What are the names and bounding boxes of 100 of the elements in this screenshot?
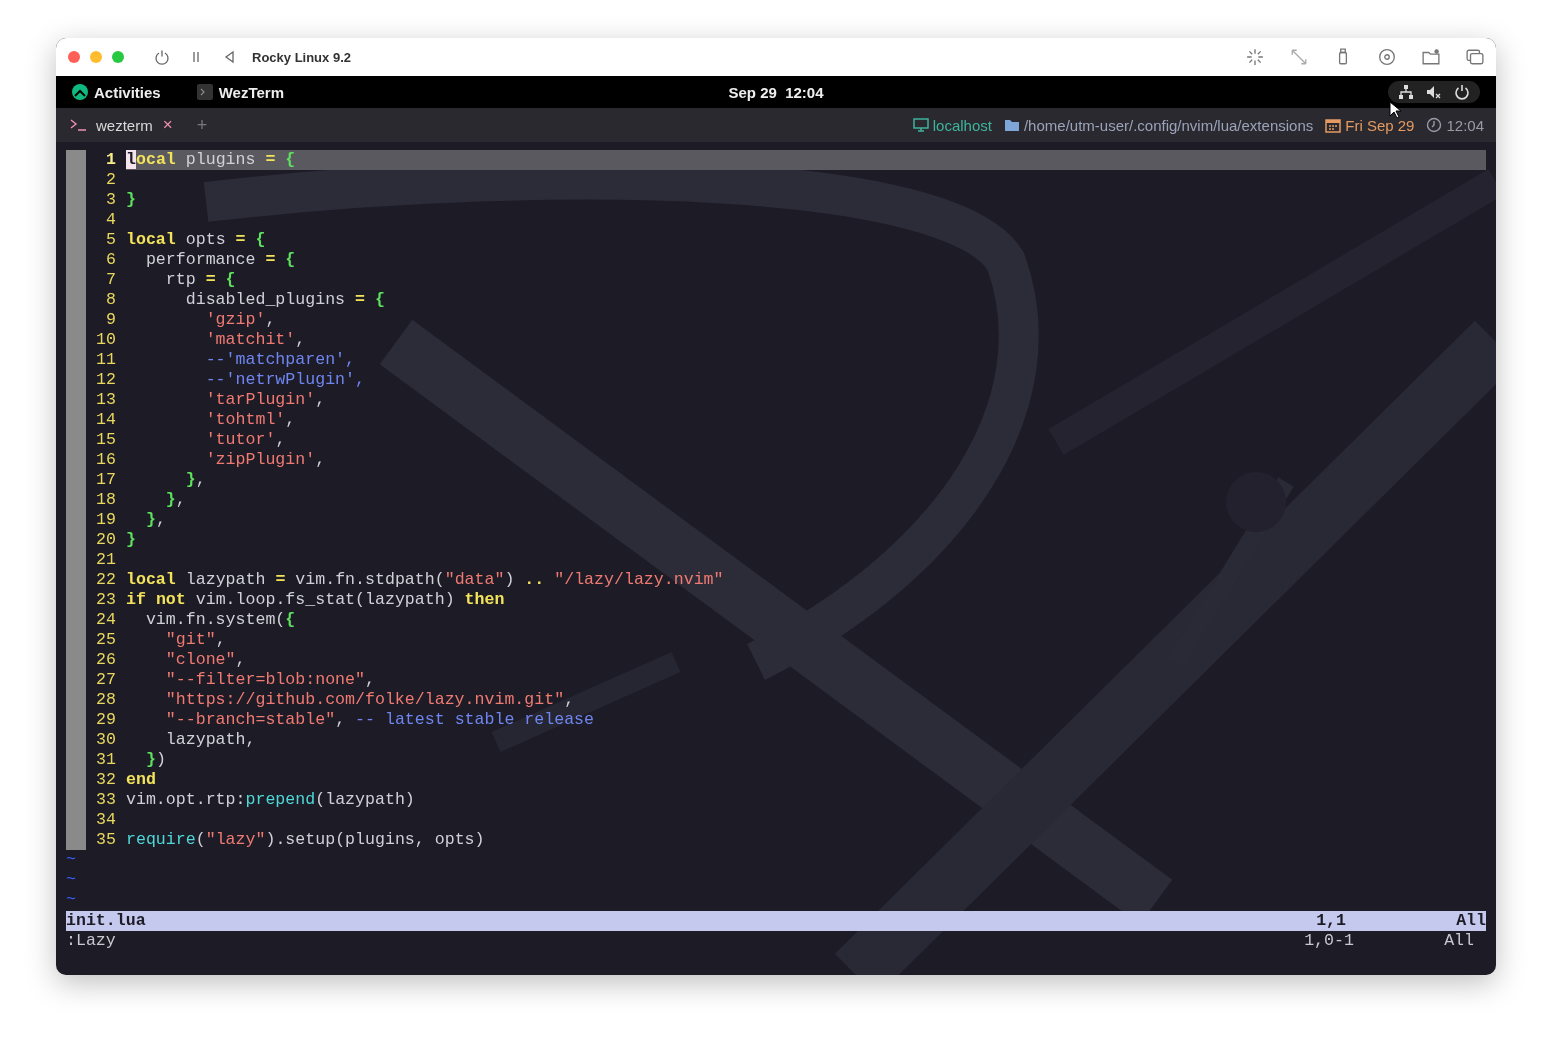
line-number: 31 [95, 750, 116, 770]
line-number: 9 [105, 310, 116, 330]
line-number: 20 [95, 530, 116, 550]
calendar-icon [1325, 117, 1342, 133]
close-window-button[interactable] [68, 51, 80, 63]
code-line: 'matchit', [204, 330, 307, 350]
line-number: 18 [95, 490, 116, 510]
line-number: 4 [105, 210, 116, 230]
windows-icon[interactable] [1466, 48, 1484, 66]
line-number: 2 [105, 170, 116, 190]
code-line: 'gzip', [204, 310, 277, 330]
code-line: vim.fn.system({ [144, 610, 297, 630]
code-line: if not vim.loop.fs_stat(lazypath) then [126, 590, 506, 610]
line-number: 6 [105, 250, 116, 270]
line-number: 1 [105, 150, 116, 170]
muted-speaker-icon [1426, 84, 1442, 100]
clock[interactable]: Sep 29 12:04 [728, 83, 824, 101]
code-line: "clone", [164, 650, 247, 670]
cursor-position: 1,0-1 [1304, 931, 1355, 951]
line-number: 33 [95, 790, 116, 810]
status-text: localhost [932, 116, 992, 134]
power-icon [1454, 84, 1470, 100]
activities-button[interactable]: Activities [94, 83, 161, 101]
line-number: 13 [95, 390, 116, 410]
app-menu[interactable]: WezTerm [218, 83, 284, 101]
line-number: 15 [95, 430, 116, 450]
empty-line-marker: ~ [66, 870, 77, 890]
monitor-icon [912, 117, 929, 133]
scroll-position: All [1444, 931, 1474, 951]
code-line: 'tarPlugin', [204, 390, 327, 410]
logo-icon [72, 84, 88, 100]
file-name: init.lua [66, 911, 147, 931]
code-line: local opts = { [126, 230, 267, 250]
code-line: } [126, 530, 137, 550]
code-line: 'tohtml', [204, 410, 297, 430]
empty-line-marker: ~ [66, 890, 77, 910]
scroll-position: All [1456, 911, 1486, 931]
window-title: Rocky Linux 9.2 [252, 49, 351, 65]
line-number: 11 [95, 350, 116, 370]
line-number: 10 [95, 330, 116, 350]
system-menu[interactable] [1388, 81, 1480, 103]
code-line: local lazypath = vim.fn.stdpath("data") .. "/lazy/lazy.nvim" [126, 570, 725, 590]
line-number: 25 [95, 630, 116, 650]
code-line: }, [184, 470, 207, 490]
line-number: 30 [95, 730, 116, 750]
line-number: 24 [95, 610, 116, 630]
close-tab-button[interactable]: × [162, 115, 173, 135]
line-number: 17 [95, 470, 116, 490]
line-number: 14 [95, 410, 116, 430]
code-line: performance = { [144, 250, 297, 270]
line-number: 5 [105, 230, 116, 250]
code-line: --'matchparen', [204, 350, 357, 370]
line-number: 22 [95, 570, 116, 590]
code-line: }) [144, 750, 167, 770]
line-number: 34 [95, 810, 116, 830]
clock-icon [1426, 117, 1443, 133]
disc-icon[interactable] [1378, 48, 1396, 66]
line-number: 3 [105, 190, 116, 210]
code-line: end [126, 770, 157, 790]
code-line: "--branch=stable", -- latest stable release [164, 710, 596, 730]
network-icon [1398, 84, 1414, 100]
line-number: 35 [95, 830, 116, 850]
line-number: 8 [105, 290, 116, 310]
code-line: }, [164, 490, 187, 510]
line-number: 32 [95, 770, 116, 790]
line-number: 21 [95, 550, 116, 570]
line-number: 16 [95, 450, 116, 470]
line-number: 23 [95, 590, 116, 610]
code-line: --'netrwPlugin', [204, 370, 366, 390]
prompt-icon [70, 118, 88, 132]
code-line: lazypath, [164, 730, 257, 750]
code-line: } [126, 190, 137, 210]
empty-line-marker: ~ [66, 850, 77, 870]
line-number: 12 [95, 370, 116, 390]
shared-folder-icon[interactable] [1422, 48, 1440, 66]
power-icon[interactable] [154, 49, 170, 65]
line-number: 19 [95, 510, 116, 530]
code-line: "git", [164, 630, 227, 650]
command-text: :Lazy [66, 931, 117, 951]
terminal-app-icon [196, 84, 213, 100]
code-line: disabled_plugins = { [184, 290, 386, 310]
line-number: 7 [105, 270, 116, 290]
code-line: vim.opt.rtp:prepend(lazypath) [126, 790, 416, 810]
cursor-position: 1,1 [1316, 911, 1347, 931]
status-text: Fri Sep 29 [1345, 116, 1415, 134]
line-number: 27 [95, 670, 116, 690]
resize-icon[interactable] [1290, 48, 1308, 66]
spinner-icon[interactable] [1246, 48, 1264, 66]
line-number: 26 [95, 650, 116, 670]
code-line: }, [144, 510, 167, 530]
terminal-tab[interactable]: wezterm [68, 112, 155, 138]
code-line: rtp = { [164, 270, 237, 290]
code-line: "https://github.com/folke/lazy.nvim.git", [164, 690, 576, 710]
code-line: require("lazy").setup(plugins, opts) [126, 830, 486, 850]
status-text: 12:04 [1446, 116, 1484, 134]
code-line: 'zipPlugin', [204, 450, 327, 470]
code-line: "--filter=blob:none", [164, 670, 376, 690]
line-number: 28 [95, 690, 116, 710]
status-text: /home/utm-user/.config/nvim/lua/extensions [1023, 116, 1314, 134]
code-line: 'tutor', [204, 430, 287, 450]
